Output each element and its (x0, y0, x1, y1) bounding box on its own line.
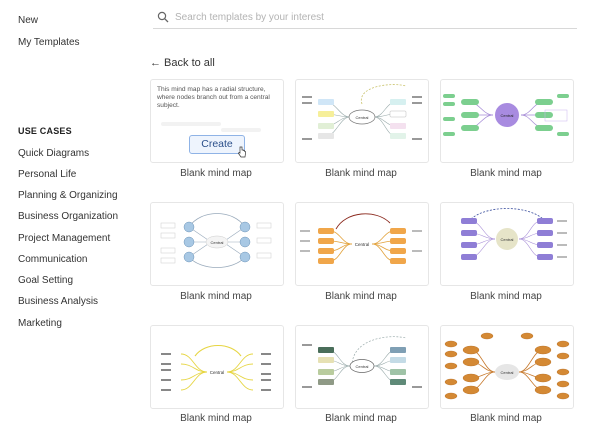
mind-map-thumbnail: Central (443, 94, 569, 136)
use-cases-heading: USE CASES (18, 126, 72, 136)
template-label: Blank mind map (325, 168, 397, 179)
sidebar: New My Templates USE CASES Quick Diagram… (0, 0, 140, 435)
mind-map-thumbnail: Central (302, 84, 422, 140)
template-label: Blank mind map (470, 168, 542, 179)
template-card[interactable]: Central (295, 202, 429, 286)
search-icon (157, 11, 169, 23)
search-input[interactable] (175, 8, 565, 26)
mind-map-thumbnail: Central (160, 213, 272, 268)
ghost-line (221, 128, 261, 132)
svg-text:Central: Central (356, 364, 369, 369)
sidebar-item-project-management[interactable]: Project Management (18, 233, 110, 244)
mind-map-thumbnail: Central (461, 208, 567, 260)
svg-text:Central: Central (501, 370, 514, 375)
mind-map-thumbnail: Central (302, 336, 422, 388)
ghost-line (161, 122, 221, 126)
sidebar-item-marketing[interactable]: Marketing (18, 318, 62, 329)
search-bar (153, 8, 577, 29)
sidebar-my-templates-link[interactable]: My Templates (18, 37, 80, 48)
template-description: This mind map has a radial structure, wh… (157, 86, 270, 109)
svg-text:Central: Central (211, 240, 224, 245)
hand-cursor-icon (238, 146, 246, 158)
template-card[interactable]: Central (150, 202, 284, 286)
template-label: Blank mind map (470, 291, 542, 302)
template-card[interactable]: Central (150, 325, 284, 409)
sidebar-item-communication[interactable]: Communication (18, 254, 87, 265)
sidebar-item-personal-life[interactable]: Personal Life (18, 169, 76, 180)
template-label: Blank mind map (180, 291, 252, 302)
svg-text:Central: Central (501, 237, 514, 242)
template-label: Blank mind map (325, 413, 397, 424)
sidebar-new-link[interactable]: New (18, 15, 38, 26)
template-card[interactable]: Central (295, 325, 429, 409)
svg-text:Central: Central (210, 370, 225, 375)
sidebar-item-goal-setting[interactable]: Goal Setting (18, 275, 73, 286)
template-label: Blank mind map (180, 413, 252, 424)
sidebar-item-business-organization[interactable]: Business Organization (18, 211, 118, 222)
mind-map-thumbnail: Central (161, 344, 271, 391)
sidebar-item-quick-diagrams[interactable]: Quick Diagrams (18, 148, 89, 159)
svg-text:Central: Central (356, 115, 369, 120)
template-card[interactable]: Central (440, 202, 574, 286)
svg-text:Central: Central (355, 242, 370, 247)
template-label: Blank mind map (325, 291, 397, 302)
template-label: Blank mind map (470, 413, 542, 424)
template-card[interactable]: Central (440, 325, 574, 409)
back-to-all-link[interactable]: ← Back to all (150, 57, 215, 69)
mind-map-thumbnail: Central (300, 213, 422, 264)
sidebar-item-planning-organizing[interactable]: Planning & Organizing (18, 190, 118, 201)
template-card-preview[interactable]: This mind map has a radial structure, wh… (150, 79, 284, 163)
template-label: Blank mind map (180, 168, 252, 179)
mind-map-thumbnail: Central (444, 332, 570, 400)
template-card[interactable]: Central (440, 79, 574, 163)
sidebar-item-business-analysis[interactable]: Business Analysis (18, 296, 98, 307)
template-card[interactable]: Central (295, 79, 429, 163)
svg-text:Central: Central (501, 113, 514, 118)
